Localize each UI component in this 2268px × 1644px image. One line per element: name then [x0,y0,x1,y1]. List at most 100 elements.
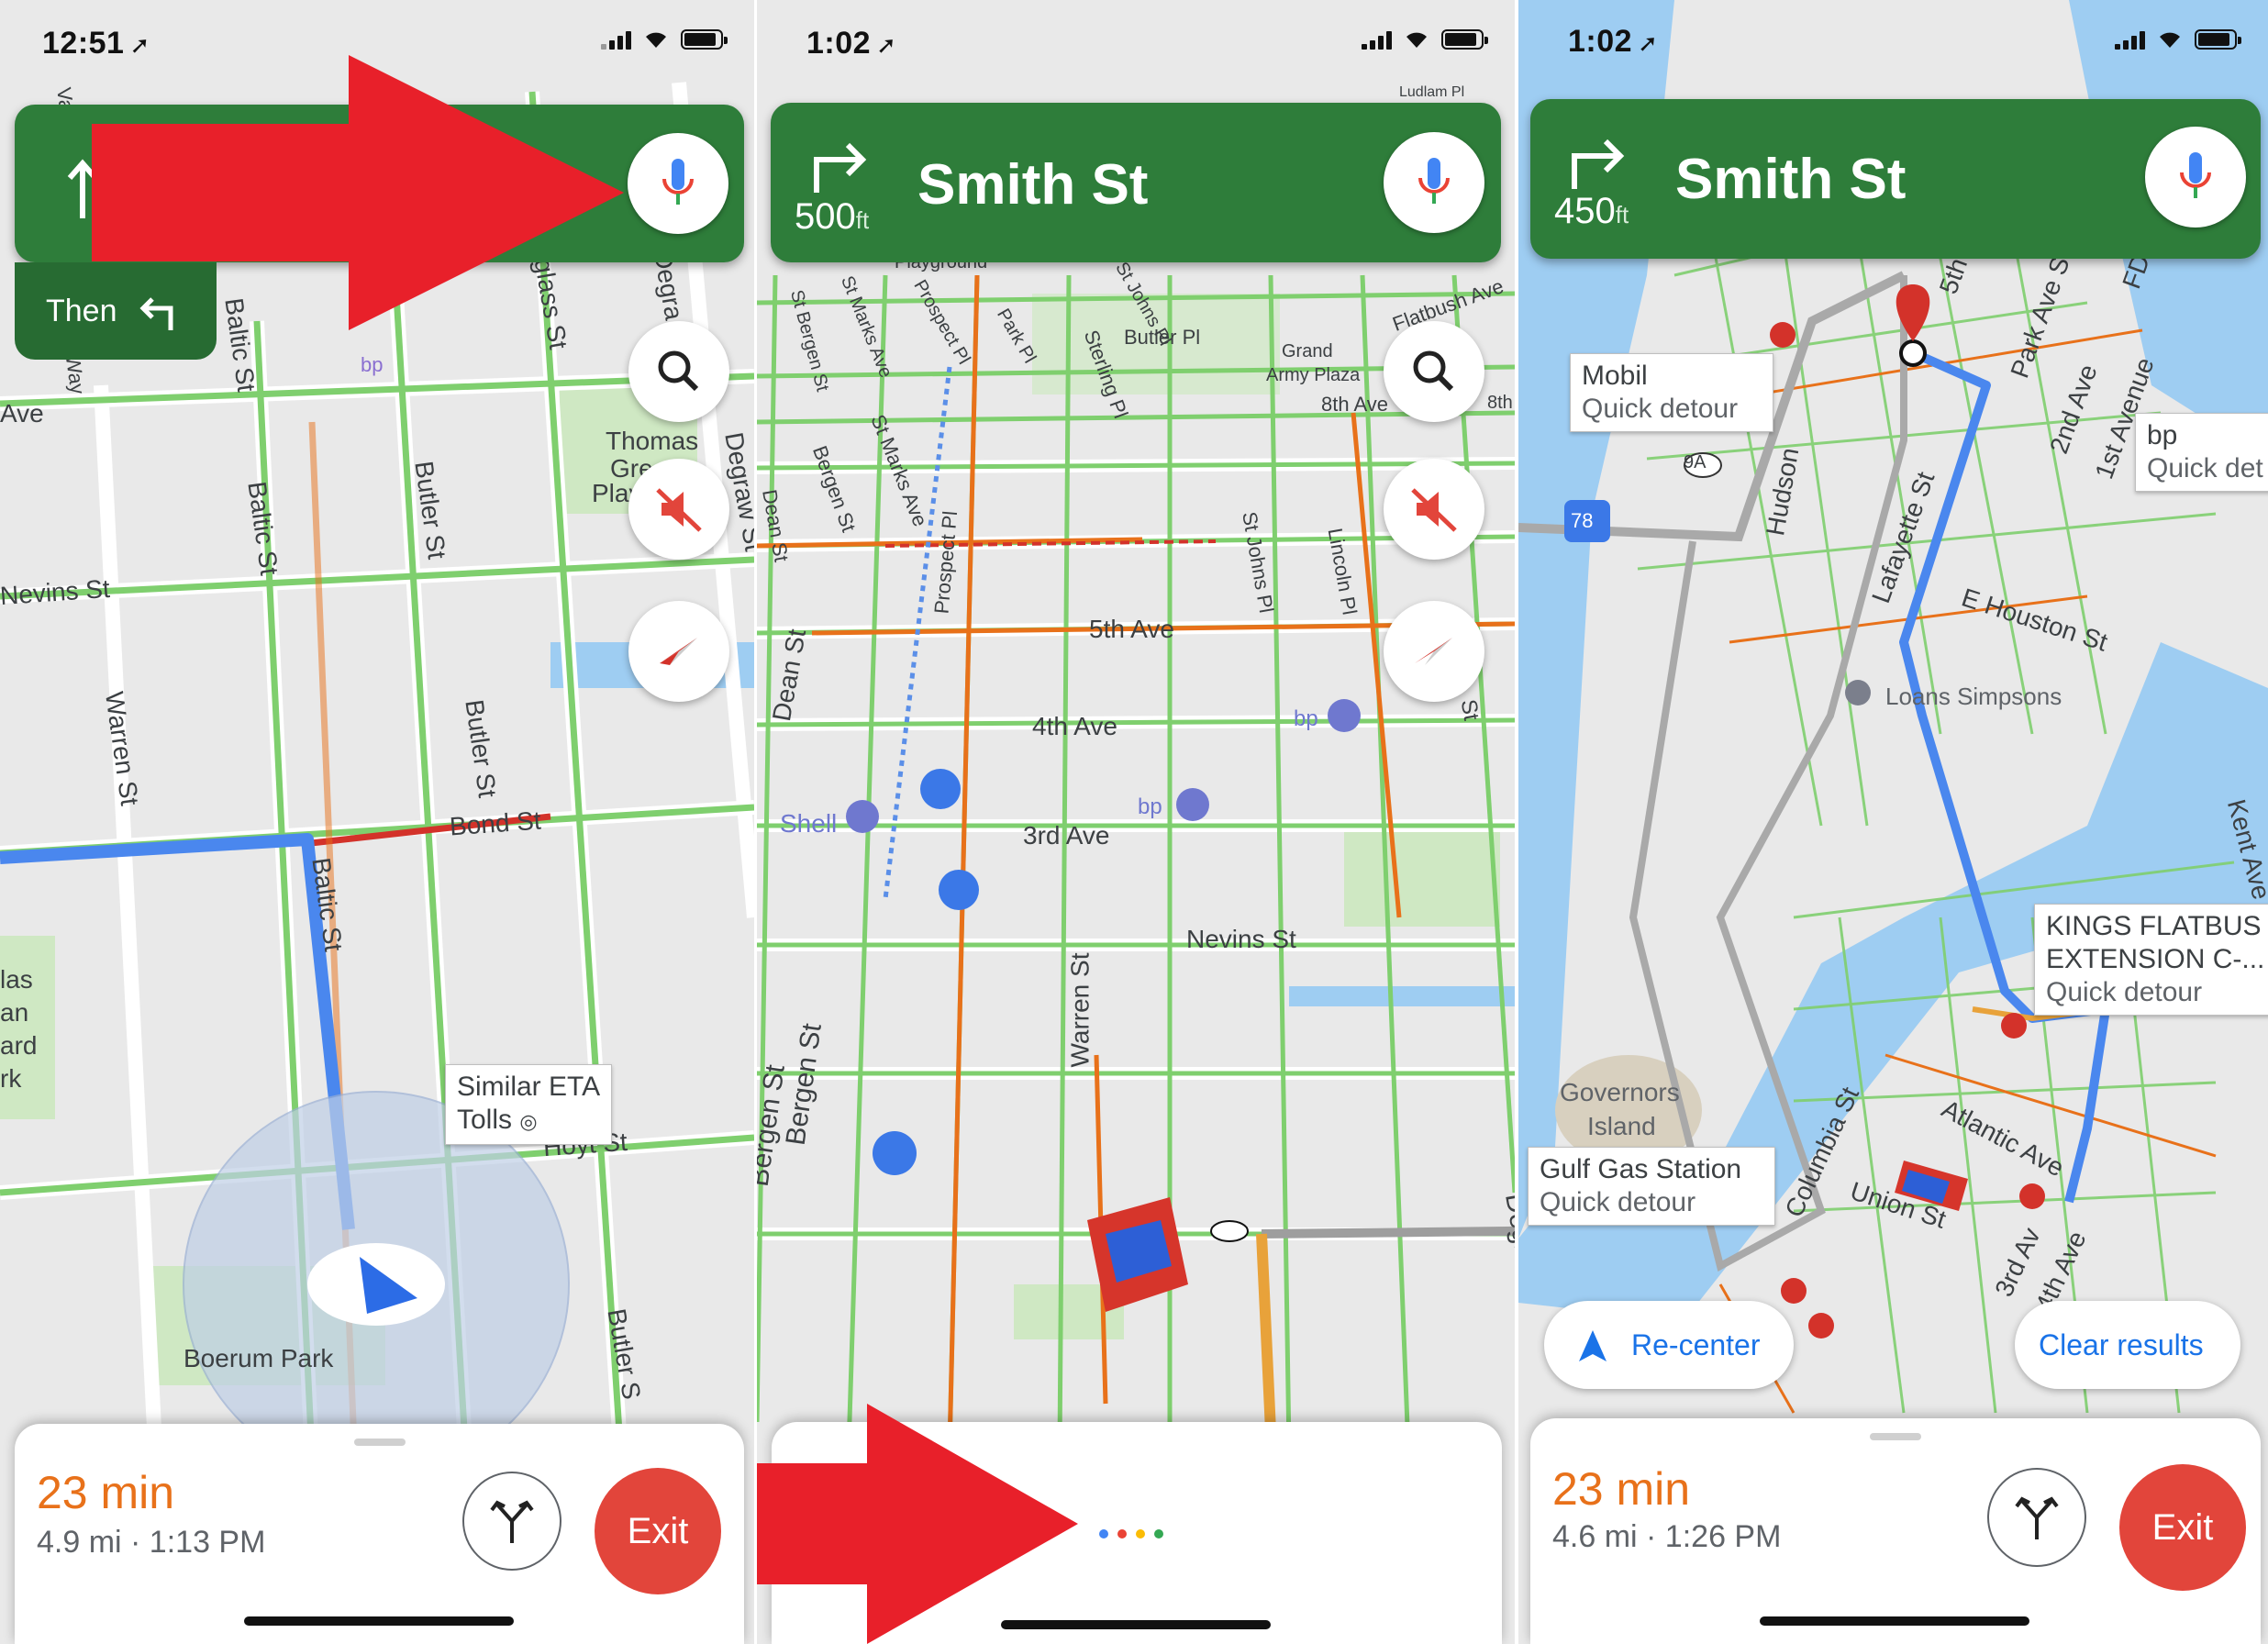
sheet-handle[interactable] [1870,1433,1921,1440]
compass-button[interactable] [628,601,729,702]
callout-name-2: EXTENSION C-... [2046,944,2265,974]
map-label: bp [361,353,384,376]
map-label: Shell [780,809,838,838]
wifi-icon [2160,32,2180,48]
navigation-arrow-icon [1579,1330,1606,1361]
wifi-icon [646,32,666,48]
gas-station-callout[interactable]: KINGS FLATBUS EXTENSION C-... Quick deto… [2034,904,2268,1016]
fork-icon [2015,1496,2059,1539]
map-label: Island [1587,1112,1656,1140]
battery-icon [681,29,728,50]
turn-distance: 500ft [795,196,870,237]
map-label: rk [0,1064,22,1093]
nav-banner[interactable]: 450ft Smith St [1530,99,2261,259]
next-street: Smith St [1675,148,1907,211]
map-label: Thomas [606,427,699,455]
annotation-arrow-right [92,55,624,330]
nav-banner[interactable]: 500ft Smith St [771,103,1501,262]
status-bar: 1:02 ➚ [757,20,1515,68]
status-time: 1:02 ➚ [806,26,897,61]
voice-search-button[interactable] [1384,132,1484,233]
callout-name: KINGS FLATBUS [2046,911,2262,941]
search-button[interactable] [628,321,729,422]
callout-sub: Quick det [2147,453,2263,483]
map-label: Ave [0,399,44,428]
clear-results-button[interactable]: Clear results [2015,1301,2240,1389]
callout-sub: Quick detour [1582,394,1739,424]
eta-details: 4.9 mi · 1:13 PM [37,1525,266,1560]
fork-icon [490,1500,534,1543]
voice-search-button[interactable] [628,133,728,234]
callout-sub: Quick detour [1540,1187,1696,1217]
search-icon [1413,350,1454,392]
battery-icon [2195,29,2241,50]
alternate-routes-button[interactable] [1987,1468,2086,1567]
recenter-label: Re-center [1631,1328,1761,1361]
sheet-handle[interactable] [354,1438,406,1446]
map-label: Nevins St [1186,925,1296,953]
compass-icon [1415,638,1452,665]
microphone-icon [2180,152,2211,198]
map-label: Warren St [1065,952,1095,1068]
callout-name: Mobil [1582,361,1648,391]
map-label: Boerum Park [183,1344,334,1372]
voice-search-button[interactable] [2145,127,2246,228]
toll-icon: ◎ [519,1110,538,1133]
alternate-routes-button[interactable] [462,1472,561,1571]
compass-button[interactable] [1384,601,1484,702]
mute-button[interactable] [628,459,729,560]
microphone-icon [1418,158,1450,204]
exit-button[interactable]: Exit [2119,1464,2246,1591]
map-label: ard [0,1031,38,1060]
map-label: Ludlam Pl [1399,84,1465,100]
map-label: Governors [1560,1078,1680,1106]
status-time: 1:02 ➚ [1568,24,1659,59]
gas-station-callout[interactable]: Gulf Gas Station Quick detour [1528,1147,1775,1226]
map-label: 78 [1571,509,1594,532]
compass-icon [660,638,697,665]
mute-icon [1411,488,1457,532]
callout-name: Gulf Gas Station [1540,1154,1742,1184]
map-label: Grand [1282,341,1333,361]
screen-3: 5th Park Ave S FD 2nd Ave 1st Avenue 9A … [1518,0,2268,1644]
microphone-icon [662,159,694,205]
route-callout[interactable]: Similar ETA Tolls ◎ [445,1064,613,1145]
turn-distance: 450ft [1554,191,1629,231]
map-label: Loans Simpsons [1885,683,2062,710]
map-label: an [0,998,29,1027]
map-label: Army Plaza [1266,365,1361,385]
recenter-button[interactable]: Re-center [1544,1301,1794,1389]
clear-results-label: Clear results [2039,1328,2204,1361]
gas-station-callout[interactable]: bp Quick det [2135,413,2268,492]
eta-time: 23 min [37,1467,175,1518]
callout-name: bp [2147,420,2178,450]
map-label: 8th [1487,393,1513,413]
exit-button[interactable]: Exit [595,1468,721,1594]
trip-sheet[interactable]: 23 min 4.6 mi · 1:26 PM Exit [1530,1418,2261,1644]
wifi-icon [1406,32,1427,48]
map-label: 9A [1684,452,1707,472]
callout-line-1: Similar ETA [457,1072,601,1102]
mute-button[interactable] [1384,459,1484,560]
callout-line-2: Tolls ◎ [457,1105,538,1135]
next-street: Smith St [917,153,1149,217]
map-label: bp [1138,794,1162,819]
turn-right-icon [1572,139,1625,189]
map-label: bp [1294,706,1318,731]
signal-icon [1362,29,1392,50]
status-bar: 1:02 ➚ [1518,20,2268,68]
map-label: las [0,965,33,994]
screen-1: Douglass St Degra Baltic St Butler St Ba… [0,0,754,1644]
signal-icon [2115,29,2145,50]
gas-station-callout[interactable]: Mobil Quick detour [1570,353,1773,432]
home-indicator [1760,1616,2029,1626]
eta-details: 4.6 mi · 1:26 PM [1552,1519,1782,1554]
screen-2: Playground Flatbush Ave Butler Pl Grand … [757,0,1515,1644]
annotation-arrow-right [757,1404,1078,1644]
search-button[interactable] [1384,321,1484,422]
map-label: 5th Ave [1089,615,1174,643]
trip-sheet[interactable]: 23 min 4.9 mi · 1:13 PM Exit [15,1424,744,1644]
search-icon [658,350,699,392]
map-label: 3rd Ave [1023,821,1110,850]
callout-sub: Quick detour [2046,977,2203,1007]
